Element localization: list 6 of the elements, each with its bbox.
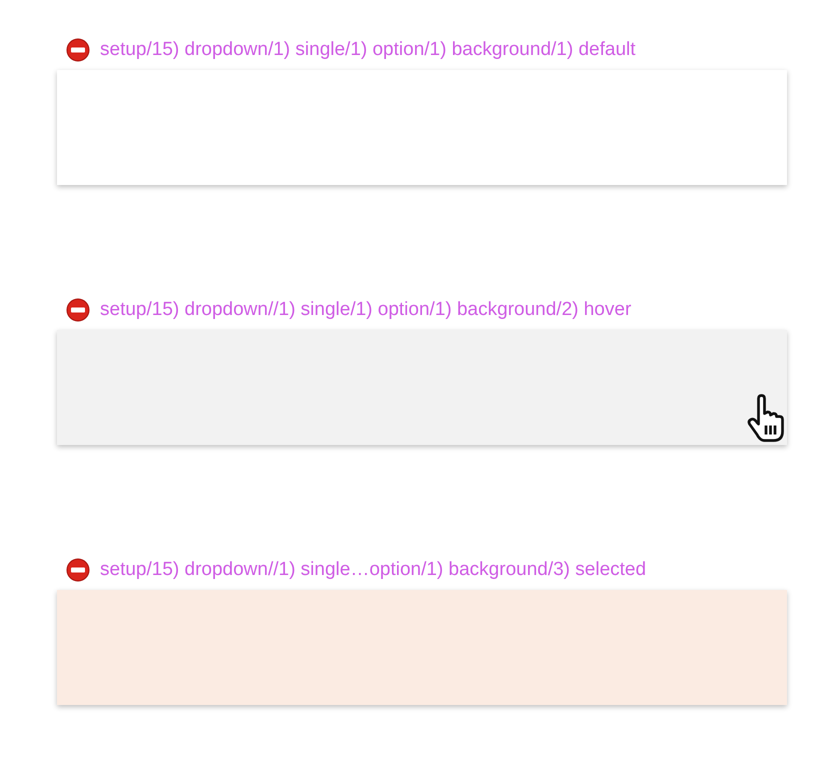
no-entry-icon xyxy=(66,558,90,582)
story-title: setup/15) dropdown//1) single/1) option/1) background/2) hover xyxy=(100,299,632,321)
story-title: setup/15) dropdown//1) single…option/1) background/3) selected xyxy=(100,559,646,581)
no-entry-icon xyxy=(66,298,90,322)
story-title: setup/15) dropdown/1) single/1) option/1) background/1) default xyxy=(100,39,636,61)
no-entry-icon xyxy=(66,38,90,62)
